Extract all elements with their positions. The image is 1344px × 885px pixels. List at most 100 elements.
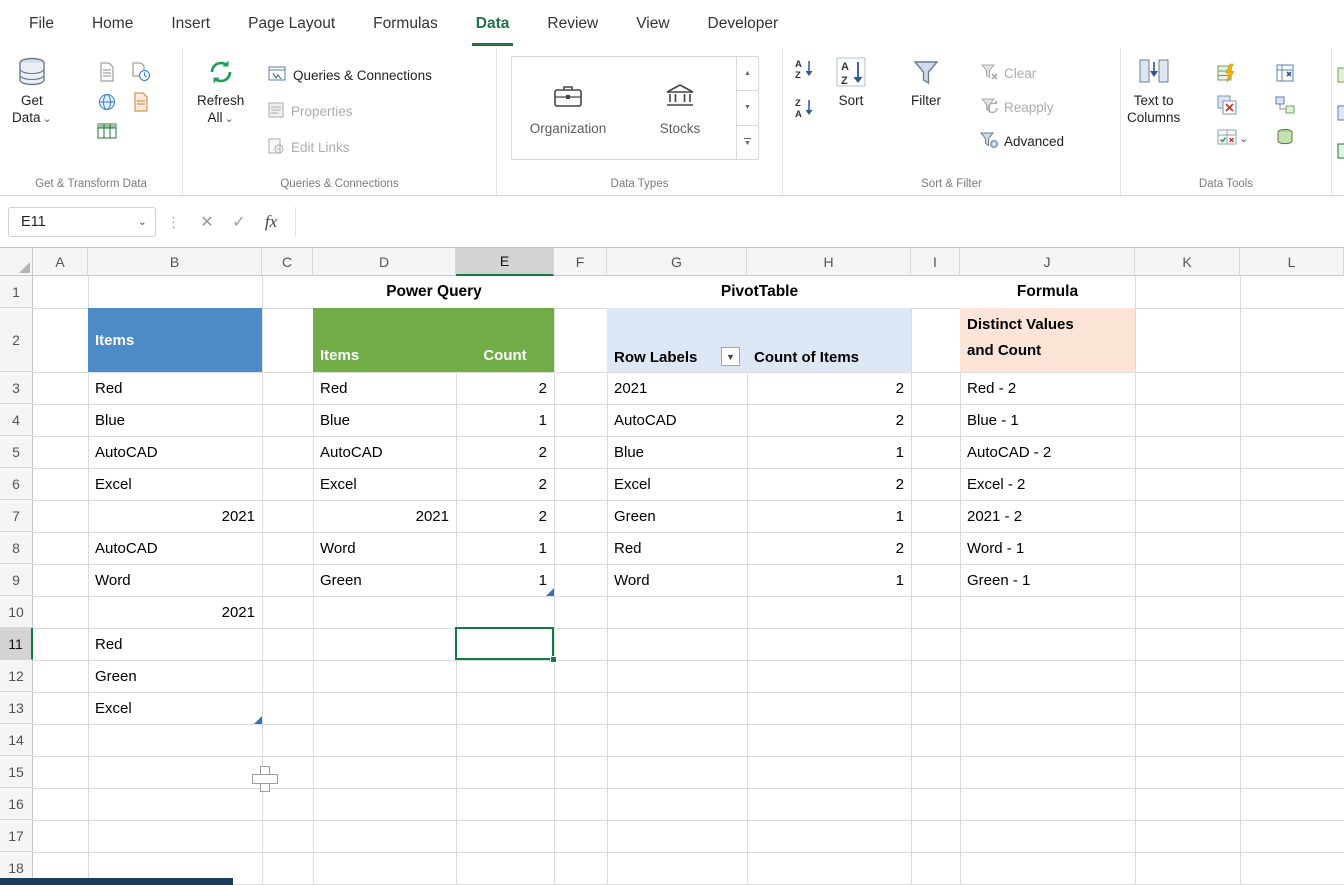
sort-descending-button[interactable]: ZA [793,97,817,122]
from-web-button[interactable] [90,88,124,118]
cell-G2[interactable]: Row Labels▼ [607,308,747,372]
cell-E7[interactable]: 2 [456,500,554,532]
column-header-I[interactable]: I [911,248,960,276]
row-header-7[interactable]: 7 [0,500,33,532]
cancel-entry-button[interactable]: ✕ [191,207,223,237]
cell-G5[interactable]: Blue [607,436,747,468]
clear-filter-button[interactable]: Clear [979,60,1064,86]
gallery-more-button[interactable]: ▼ [737,126,758,159]
row-header-10[interactable]: 10 [0,596,33,628]
cell-J1[interactable]: Formula [960,276,1135,308]
row-header-14[interactable]: 14 [0,724,33,756]
cell-B9[interactable]: Word [88,564,262,596]
remove-duplicates-button[interactable] [1217,95,1261,118]
column-header-A[interactable]: A [33,248,88,276]
cell-D5[interactable]: AutoCAD [313,436,456,468]
cell-B2[interactable]: Items [88,308,262,372]
row-header-4[interactable]: 4 [0,404,33,436]
tab-home[interactable]: Home [73,0,152,48]
cell-B4[interactable]: Blue [88,404,262,436]
cell-B8[interactable]: AutoCAD [88,532,262,564]
cell-D1[interactable]: Power Query [313,276,555,308]
cell-H9[interactable]: 1 [747,564,911,596]
flash-fill-button[interactable] [1217,63,1261,86]
tab-file[interactable]: File [10,0,73,48]
data-type-stocks[interactable]: Stocks [624,57,736,159]
cell-B6[interactable]: Excel [88,468,262,500]
relationships-button[interactable] [1275,95,1305,118]
insert-function-button[interactable]: fx [255,207,287,237]
column-header-D[interactable]: D [313,248,456,276]
cell-J2[interactable]: Distinct Values and Count [960,308,1135,372]
cell-G8[interactable]: Red [607,532,747,564]
confirm-entry-button[interactable]: ✓ [223,207,255,237]
row-header-15[interactable]: 15 [0,756,33,788]
cell-E9[interactable]: 1 [456,564,554,596]
cell-H5[interactable]: 1 [747,436,911,468]
from-table-range-button[interactable] [90,118,124,148]
cell-G1[interactable]: PivotTable [607,276,912,308]
cell-H6[interactable]: 2 [747,468,911,500]
text-to-columns-button[interactable]: Text to Columns [1127,52,1180,126]
manage-data-model-button[interactable] [1275,127,1305,150]
cell-D7[interactable]: 2021 [313,500,456,532]
formula-input[interactable] [304,207,1344,237]
cell-J3[interactable]: Red - 2 [960,372,1135,404]
row-header-2[interactable]: 2 [0,308,33,372]
refresh-all-button[interactable]: Refresh All⌄ [197,52,244,128]
cell-B3[interactable]: Red [88,372,262,404]
row-header-12[interactable]: 12 [0,660,33,692]
row-labels-filter-dropdown[interactable]: ▼ [721,347,740,366]
sort-ascending-button[interactable]: AZ [793,58,817,83]
consolidate-button[interactable] [1275,63,1305,86]
cell-B12[interactable]: Green [88,660,262,692]
column-header-B[interactable]: B [88,248,262,276]
existing-connections-button[interactable] [124,88,158,118]
get-data-button[interactable]: Get Data⌄ [12,52,52,128]
column-header-K[interactable]: K [1135,248,1240,276]
row-header-5[interactable]: 5 [0,436,33,468]
select-all-corner[interactable] [0,248,33,276]
row-header-9[interactable]: 9 [0,564,33,596]
column-header-H[interactable]: H [747,248,911,276]
from-text-csv-button[interactable] [90,58,124,88]
sort-button[interactable]: AZ Sort [835,52,867,109]
cell-D9[interactable]: Green [313,564,456,596]
data-type-organization[interactable]: Organization [512,57,624,159]
cell-G9[interactable]: Word [607,564,747,596]
tab-page-layout[interactable]: Page Layout [229,0,354,48]
cell-E8[interactable]: 1 [456,532,554,564]
cell-H8[interactable]: 2 [747,532,911,564]
row-header-11[interactable]: 11 [0,628,33,660]
cell-D3[interactable]: Red [313,372,456,404]
cell-D8[interactable]: Word [313,532,456,564]
cell-J5[interactable]: AutoCAD - 2 [960,436,1135,468]
cell-B7[interactable]: 2021 [88,500,262,532]
cell-J6[interactable]: Excel - 2 [960,468,1135,500]
name-box[interactable]: E11 ⌄ [8,207,156,237]
cell-B10[interactable]: 2021 [88,596,262,628]
tab-review[interactable]: Review [528,0,617,48]
cell-H7[interactable]: 1 [747,500,911,532]
advanced-filter-button[interactable]: Advanced [979,128,1064,154]
cell-J4[interactable]: Blue - 1 [960,404,1135,436]
gallery-scroll-up-button[interactable]: ▲ [737,57,758,91]
cell-G7[interactable]: Green [607,500,747,532]
cell-D2[interactable]: Items [313,308,456,372]
row-header-8[interactable]: 8 [0,532,33,564]
cell-E3[interactable]: 2 [456,372,554,404]
cell-D6[interactable]: Excel [313,468,456,500]
cell-J9[interactable]: Green - 1 [960,564,1135,596]
properties-button[interactable]: Properties [267,96,432,126]
reapply-filter-button[interactable]: Reapply [979,94,1064,120]
data-validation-button[interactable]: ⌄ [1217,127,1261,150]
column-header-F[interactable]: F [554,248,607,276]
cell-J7[interactable]: 2021 - 2 [960,500,1135,532]
cell-H3[interactable]: 2 [747,372,911,404]
tab-developer[interactable]: Developer [689,0,798,48]
row-header-6[interactable]: 6 [0,468,33,500]
row-header-13[interactable]: 13 [0,692,33,724]
edit-links-button[interactable]: Edit Links [267,132,432,162]
cell-G6[interactable]: Excel [607,468,747,500]
cell-B13[interactable]: Excel [88,692,262,724]
